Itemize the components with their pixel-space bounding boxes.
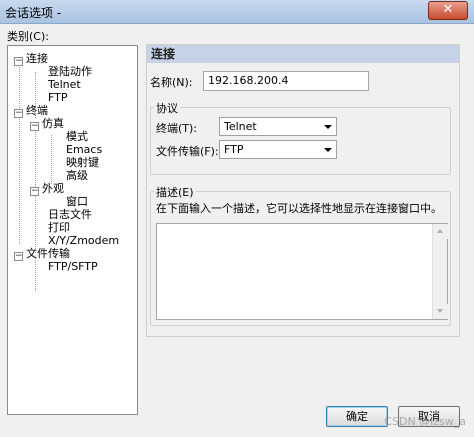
- tree-item-login-actions[interactable]: 登陆动作: [48, 65, 92, 78]
- description-hint: 在下面输入一个描述，它可以选择性地显示在连接窗口中。: [156, 202, 442, 215]
- scroll-up-icon: [437, 229, 443, 233]
- tree-item-telnet[interactable]: Telnet: [48, 78, 81, 91]
- tree-item-ftp-sftp[interactable]: FTP/SFTP: [48, 260, 98, 273]
- tree-item-xyzmodem[interactable]: X/Y/Zmodem: [48, 234, 119, 247]
- description-textarea[interactable]: [156, 223, 448, 320]
- tree-item-advanced[interactable]: 高级: [66, 169, 88, 182]
- tree-item-connection[interactable]: − 连接: [14, 52, 48, 66]
- terminal-select-value: Telnet: [224, 120, 257, 133]
- tree-item-print[interactable]: 打印: [48, 221, 70, 234]
- tree-item-emulation[interactable]: − 仿真: [30, 117, 64, 131]
- tree-item-window[interactable]: 窗口: [66, 195, 88, 208]
- tree-item-terminal[interactable]: − 终端: [14, 104, 48, 118]
- category-tree[interactable]: − 连接 登陆动作 Telnet FTP − 终端 − 仿真 模式 Emacs 映射键…: [7, 45, 138, 415]
- dropdown-arrow-icon: [324, 125, 332, 129]
- name-input[interactable]: 192.168.200.4: [203, 71, 369, 91]
- tree-item-modes[interactable]: 模式: [66, 130, 88, 143]
- terminal-label: 终端(T):: [156, 122, 198, 135]
- file-transfer-label: 文件传输(F):: [156, 145, 219, 158]
- tree-line: [51, 135, 52, 184]
- tree-item-file-transfer[interactable]: − 文件传输: [14, 247, 70, 261]
- scroll-down-icon: [437, 309, 443, 313]
- dropdown-arrow-icon: [324, 148, 332, 152]
- close-button[interactable]: ✕: [428, 1, 468, 20]
- description-scrollbar[interactable]: [432, 224, 448, 319]
- collapse-icon[interactable]: −: [14, 57, 23, 66]
- file-transfer-select[interactable]: FTP: [219, 140, 337, 159]
- tree-line: [19, 58, 20, 244]
- collapse-icon[interactable]: −: [14, 252, 23, 261]
- description-group-title: 描述(E): [154, 184, 196, 200]
- tree-item-mapped-keys[interactable]: 映射键: [66, 156, 99, 169]
- watermark: CSDN @lzsw_a: [384, 415, 466, 428]
- dialog-body: 类别(C): − 连接 登陆动作 Telnet FTP − 终端 − 仿真 模式 Em…: [0, 24, 474, 437]
- tree-item-log-file[interactable]: 日志文件: [48, 208, 92, 221]
- tree-item-ftp[interactable]: FTP: [48, 91, 68, 104]
- window-title: 会话选项 -: [5, 6, 62, 20]
- terminal-select[interactable]: Telnet: [219, 117, 337, 136]
- title-bar: 会话选项 - ✕: [0, 0, 474, 24]
- protocol-group-title: 协议: [154, 100, 180, 116]
- category-label: 类别(C):: [7, 30, 49, 43]
- name-label: 名称(N):: [150, 76, 193, 89]
- ok-button[interactable]: 确定: [326, 406, 388, 427]
- panel-title: 连接: [147, 45, 459, 63]
- collapse-icon[interactable]: −: [30, 122, 39, 131]
- tree-item-appearance[interactable]: − 外观: [30, 182, 64, 196]
- tree-line: [35, 258, 36, 291]
- collapse-icon[interactable]: −: [30, 187, 39, 196]
- scroll-up-button[interactable]: [433, 224, 448, 239]
- tree-item-emacs[interactable]: Emacs: [66, 143, 102, 156]
- file-transfer-select-value: FTP: [224, 143, 244, 156]
- connection-panel: 连接 名称(N): 192.168.200.4 协议 终端(T): Telnet…: [146, 44, 460, 337]
- collapse-icon[interactable]: −: [14, 109, 23, 118]
- scroll-down-button[interactable]: [433, 304, 448, 319]
